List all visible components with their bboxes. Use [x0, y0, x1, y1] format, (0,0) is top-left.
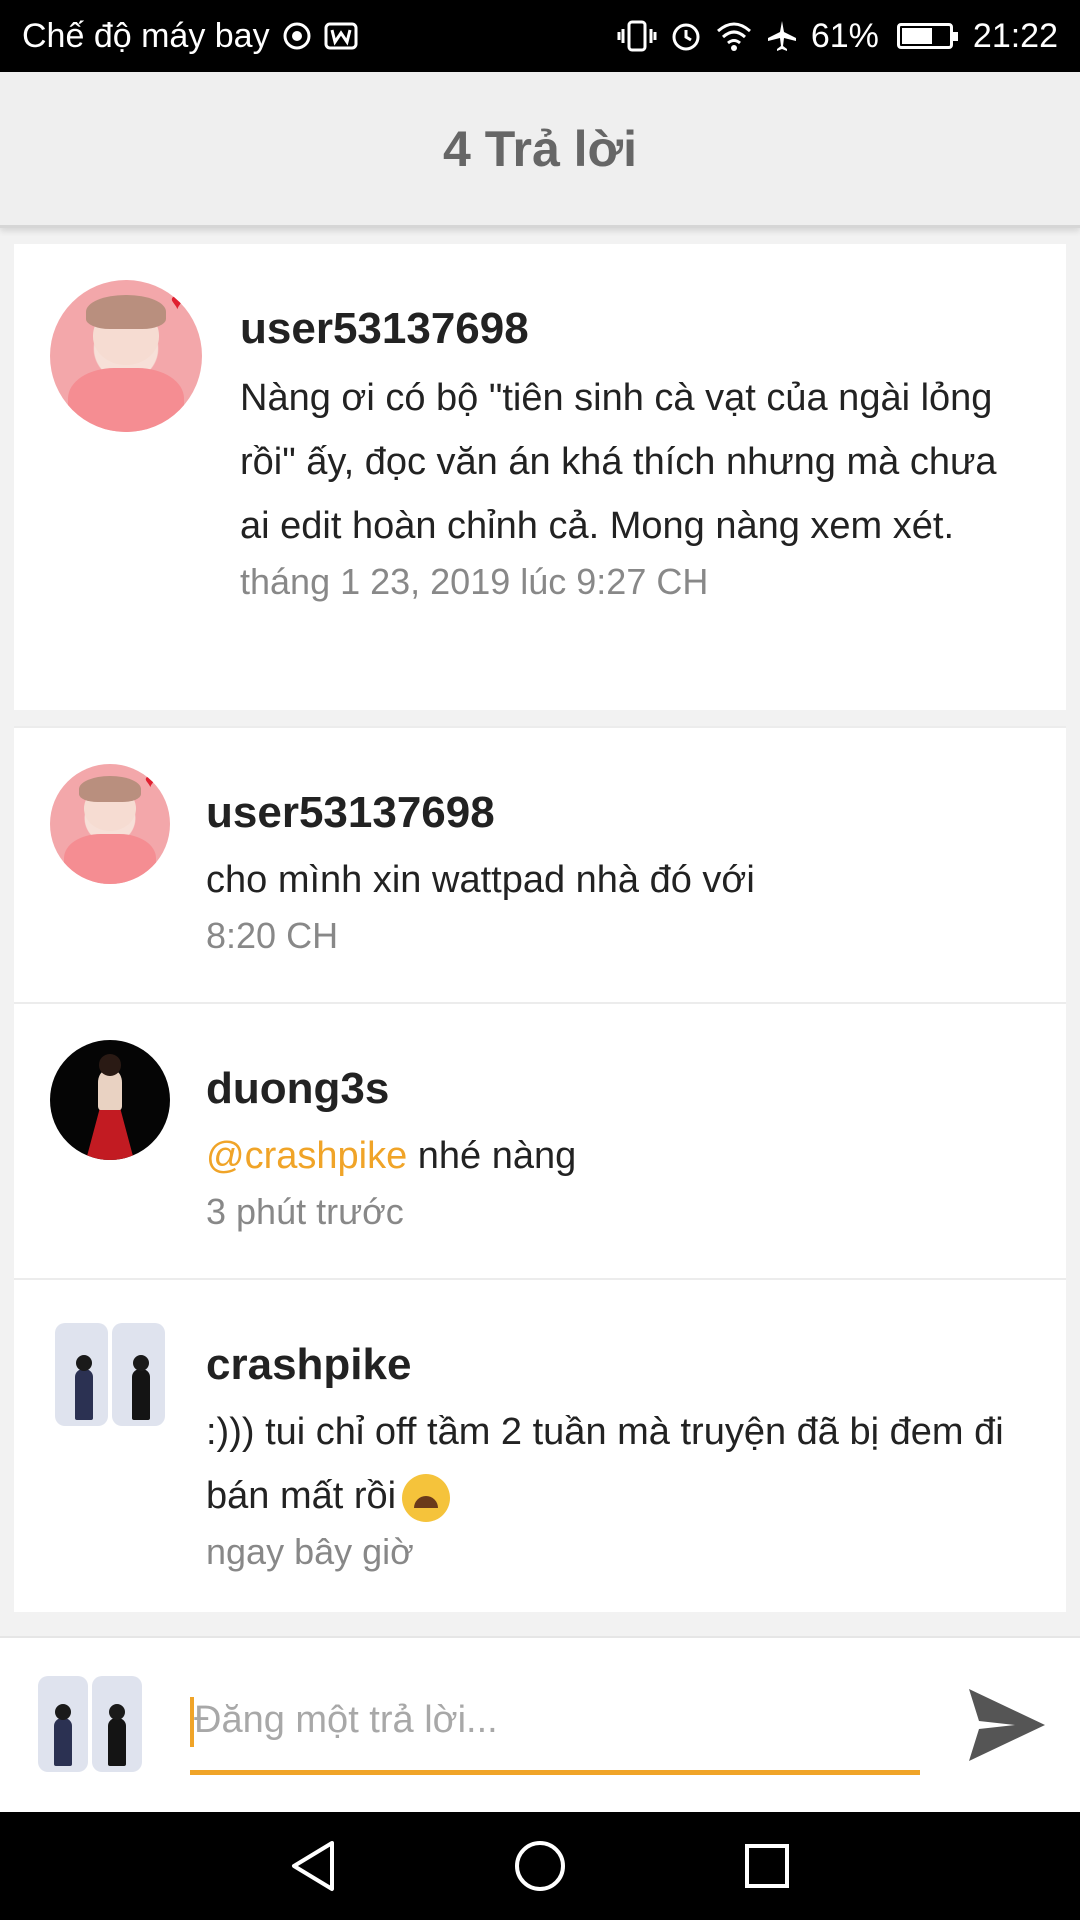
- reply-input[interactable]: [190, 1675, 920, 1765]
- reply-item: ♥ user53137698 cho mình xin wattpad nhà …: [14, 726, 1066, 1002]
- wattpad-notification-icon: [324, 21, 358, 51]
- reply-item: duong3s @crashpike nhé nàng 3 phút trước: [14, 1002, 1066, 1278]
- comment-body: duong3s @crashpike nhé nàng 3 phút trước: [206, 1040, 1036, 1278]
- vibrate-icon: [617, 19, 657, 53]
- reply-input-bar: [0, 1636, 1080, 1812]
- comment-timestamp: tháng 1 23, 2019 lúc 9:27 CH: [240, 561, 709, 602]
- comment-username[interactable]: user53137698: [240, 304, 1036, 354]
- page-title: 4 Trả lời: [443, 120, 637, 177]
- battery-icon: [896, 23, 958, 49]
- status-bar: Chế độ máy bay 61% 21:22: [0, 0, 1080, 72]
- back-icon: [292, 1841, 335, 1891]
- status-left: Chế độ máy bay: [22, 17, 358, 56]
- reply-timestamp: 8:20 CH: [206, 915, 339, 956]
- comment-body: crashpike :))) tui chỉ off tầm 2 tuần mà…: [206, 1316, 1036, 1612]
- send-button[interactable]: [962, 1680, 1052, 1770]
- parent-comment: ♥ user53137698 Nàng ơi có bộ "tiên sinh …: [14, 244, 1066, 710]
- reply-timestamp: ngay bây giờ: [206, 1531, 414, 1572]
- replies-list: ♥ user53137698 cho mình xin wattpad nhà …: [14, 726, 1066, 1612]
- reply-username[interactable]: crashpike: [206, 1340, 1036, 1390]
- header: 4 Trả lời: [0, 72, 1080, 228]
- text-caret: [190, 1697, 194, 1747]
- alarm-icon: [669, 19, 703, 53]
- sad-face-emoji-icon: [402, 1473, 451, 1522]
- reply-item: crashpike :))) tui chỉ off tầm 2 tuần mà…: [14, 1278, 1066, 1612]
- reply-text: :))) tui chỉ off tầm 2 tuần mà truyện đã…: [206, 1400, 1036, 1528]
- mention-link[interactable]: @crashpike: [206, 1135, 407, 1177]
- wifi-icon: [715, 20, 753, 52]
- avatar[interactable]: [50, 1316, 170, 1436]
- status-right: 61% 21:22: [617, 17, 1058, 56]
- avatar[interactable]: ♥: [50, 280, 202, 432]
- home-button[interactable]: [500, 1826, 580, 1906]
- send-icon: [969, 1689, 1045, 1761]
- reply-timestamp: 3 phút trước: [206, 1191, 404, 1232]
- heart-icon: ♥: [170, 289, 184, 315]
- reply-username[interactable]: duong3s: [206, 1064, 1036, 1114]
- comments-list: ♥ user53137698 Nàng ơi có bộ "tiên sinh …: [14, 244, 1066, 1612]
- airplane-icon: [765, 19, 799, 53]
- comment-body: user53137698 Nàng ơi có bộ "tiên sinh cà…: [240, 280, 1036, 710]
- comment-body: user53137698 cho mình xin wattpad nhà đó…: [206, 764, 1036, 1002]
- reply-text-rest: nhé nàng: [407, 1135, 577, 1177]
- current-user-avatar: [34, 1669, 146, 1781]
- reply-text: @crashpike nhé nàng: [206, 1124, 1036, 1188]
- clock: 21:22: [972, 16, 1058, 55]
- reply-text: cho mình xin wattpad nhà đó với: [206, 859, 755, 901]
- app-notification-icon: [282, 21, 312, 51]
- airplane-mode-label: Chế độ máy bay: [22, 16, 270, 55]
- reply-field[interactable]: [190, 1675, 920, 1775]
- recents-icon: [744, 1844, 789, 1888]
- battery-percent: 61%: [810, 16, 879, 55]
- reply-text-content: :))) tui chỉ off tầm 2 tuần mà truyện đã…: [206, 1411, 1004, 1517]
- avatar[interactable]: [50, 1040, 170, 1160]
- back-button[interactable]: [273, 1826, 353, 1906]
- recents-button[interactable]: [727, 1826, 807, 1906]
- comment-text: Nàng ơi có bộ "tiên sinh cà vạt của ngài…: [240, 377, 997, 547]
- avatar[interactable]: ♥: [50, 764, 170, 884]
- home-icon: [514, 1841, 565, 1891]
- system-nav-bar: [0, 1812, 1080, 1920]
- heart-icon: ♥: [144, 771, 156, 792]
- reply-username[interactable]: user53137698: [206, 788, 1036, 838]
